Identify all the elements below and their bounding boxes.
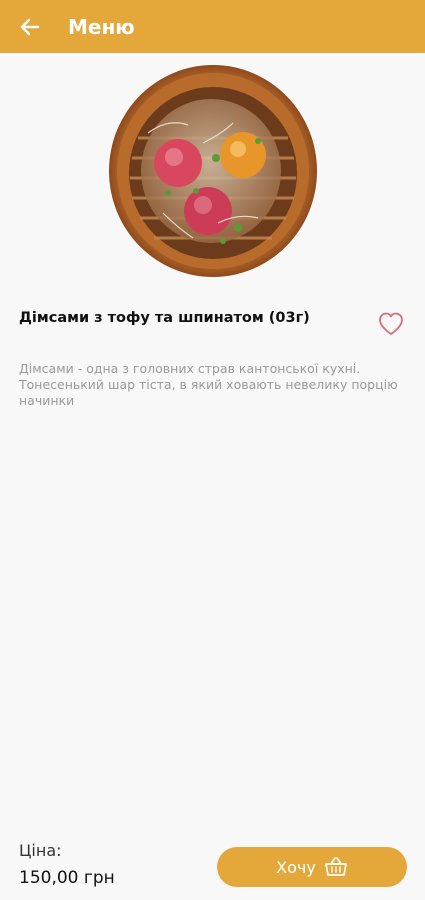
dish-title: Дімсами з тофу та шпинатом (03г) — [19, 310, 310, 326]
page-title: Меню — [68, 14, 135, 39]
arrow-left-icon — [20, 18, 40, 35]
back-button[interactable] — [18, 15, 42, 39]
app-bar: Меню — [0, 0, 425, 53]
want-button[interactable]: Хочу — [217, 847, 407, 887]
favorite-button[interactable] — [377, 311, 405, 337]
dish-description: Дімсами - одна з головних страв кантонсь… — [19, 361, 398, 408]
want-button-label: Хочу — [276, 857, 316, 877]
price-value: 150,00 грн — [19, 868, 115, 888]
heart-outline-icon — [379, 312, 403, 335]
basket-icon — [324, 856, 348, 878]
dish-image — [108, 63, 318, 279]
price-label: Ціна: — [19, 841, 62, 860]
